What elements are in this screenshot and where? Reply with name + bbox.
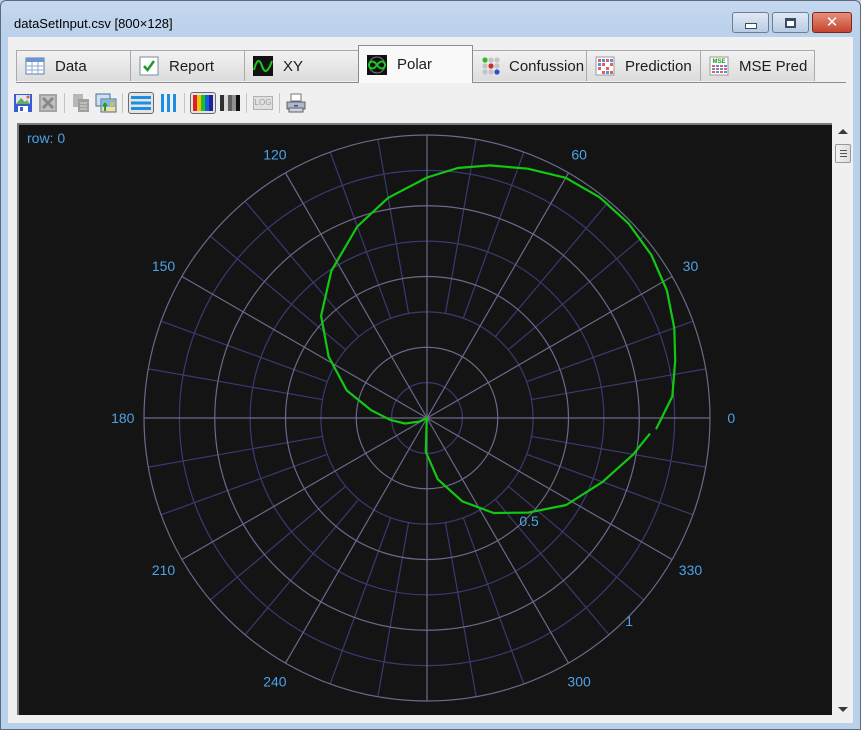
angle-gridline-minor [531, 435, 706, 468]
tab-label: Confussion [509, 57, 585, 75]
minimize-icon [744, 22, 757, 29]
tab-label: Data [55, 57, 87, 75]
toolbar-separator [246, 93, 247, 113]
minimize-button[interactable] [732, 12, 769, 33]
vertical-lines-icon [161, 94, 176, 112]
angle-tick-label: 300 [567, 673, 591, 689]
rainbow-icon [193, 95, 213, 111]
sine-wave-icon [253, 56, 273, 76]
radial-tick-label: 1 [625, 613, 633, 629]
save-image-button[interactable] [12, 92, 34, 114]
excel-icon [39, 94, 57, 112]
angle-tick-label: 330 [679, 562, 703, 578]
dot-matrix-icon [481, 56, 501, 76]
toolbar-separator [122, 93, 123, 113]
window-title: dataSetInput.csv [800×128] [14, 16, 173, 31]
vertical-scrollbar[interactable] [834, 123, 852, 716]
log-icon: LOG [253, 96, 273, 110]
tab-label: XY [283, 57, 304, 75]
toolbar-separator [64, 93, 65, 113]
angle-tick-label: 150 [152, 258, 176, 274]
color-palette-button[interactable] [190, 92, 216, 114]
table-icon [25, 56, 45, 76]
images-button[interactable] [95, 92, 117, 114]
tab-polar[interactable]: Polar [358, 45, 473, 83]
horizontal-lines-button[interactable] [128, 92, 154, 114]
angle-tick-label: 210 [152, 562, 176, 578]
svg-text:MSE: MSE [712, 59, 725, 65]
angle-gridline-minor [507, 485, 645, 601]
app-window: dataSetInput.csv [800×128] ✕ Data Report… [0, 0, 861, 730]
grayscale-palette-button[interactable] [219, 92, 241, 114]
vertical-lines-button[interactable] [157, 92, 179, 114]
toolbar-separator [184, 93, 185, 113]
angle-gridline-minor [444, 522, 477, 697]
picture-icon [95, 93, 117, 113]
toolbar-separator [279, 93, 280, 113]
tab-bar: Data Report XY Polar Confussion Predicti… [16, 45, 846, 83]
copy-button[interactable] [70, 92, 92, 114]
maximize-button[interactable] [772, 12, 809, 33]
scroll-down-arrow-icon[interactable] [838, 707, 848, 712]
save-image-icon [14, 94, 32, 112]
tab-label: Prediction [625, 57, 692, 75]
angle-tick-label: 240 [263, 673, 287, 689]
angle-gridline-minor [507, 235, 645, 351]
log-scale-button[interactable]: LOG [252, 92, 274, 114]
scrollbar-thumb[interactable] [835, 144, 851, 163]
angle-tick-label: 60 [571, 147, 587, 163]
scroll-up-arrow-icon[interactable] [838, 129, 848, 134]
grid-chart-icon [595, 56, 615, 76]
tab-label: Report [169, 57, 215, 75]
angle-gridline-minor [244, 200, 360, 338]
angle-gridline-minor [148, 435, 323, 468]
angle-tick-label: 180 [111, 410, 135, 426]
tab-prediction[interactable]: Prediction [586, 50, 701, 81]
angle-tick-label: 120 [263, 147, 287, 163]
tab-label: Polar [397, 56, 433, 73]
close-icon: ✕ [825, 13, 839, 31]
angle-tick-label: 30 [683, 258, 699, 274]
mse-grid-icon: MSE [709, 56, 729, 76]
polar-plot-area[interactable]: row: 0 0 30 60 120 150 180 210 240 300 330 0.5 1 [17, 123, 832, 715]
angle-gridline-minor [494, 498, 610, 636]
polar-infinity-icon [367, 54, 387, 75]
angle-gridline-minor [209, 485, 347, 601]
print-button[interactable] [285, 92, 307, 114]
tab-xy[interactable]: XY [244, 50, 359, 81]
tab-mse-pred[interactable]: MSE MSE Pred [700, 50, 815, 81]
printer-icon [286, 93, 306, 113]
copy-icon [73, 94, 89, 112]
close-button[interactable]: ✕ [812, 12, 852, 33]
tab-confussion[interactable]: Confussion [472, 50, 587, 81]
title-bar[interactable]: dataSetInput.csv [800×128] ✕ [1, 1, 860, 37]
tab-report[interactable]: Report [130, 50, 245, 81]
angle-gridline-minor [444, 139, 477, 314]
checkmark-icon [139, 56, 159, 76]
tab-label: MSE Pred [739, 57, 808, 75]
angle-gridline-minor [531, 368, 706, 401]
radial-tick-label: 0.5 [519, 513, 539, 529]
maximize-icon [785, 17, 796, 28]
grayscale-icon [220, 95, 240, 111]
client-area: Data Report XY Polar Confussion Predicti… [8, 37, 853, 723]
toolbar: LOG [12, 90, 310, 116]
angle-gridline-minor [244, 498, 360, 636]
horizontal-lines-icon [131, 96, 151, 110]
angle-gridline-minor [494, 200, 610, 338]
tab-data[interactable]: Data [16, 50, 131, 81]
angle-gridline-minor [377, 522, 410, 697]
export-excel-button[interactable] [37, 92, 59, 114]
angle-gridline-minor [377, 139, 410, 314]
polar-chart: 0 30 60 120 150 180 210 240 300 330 0.5 1 [111, 134, 735, 702]
angle-tick-label: 0 [727, 410, 735, 426]
angle-gridline-minor [148, 368, 323, 401]
